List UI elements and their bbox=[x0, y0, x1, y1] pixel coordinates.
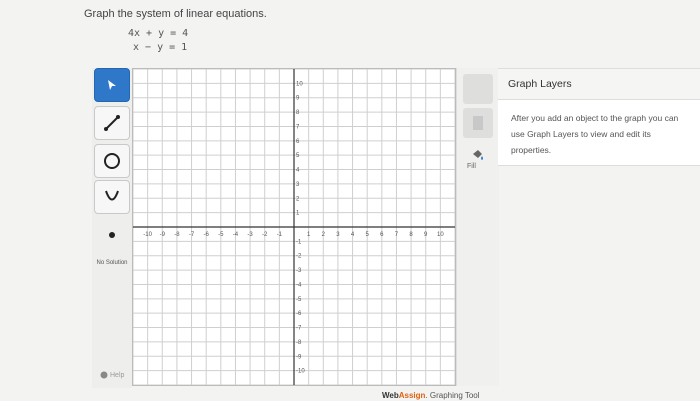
help-icon bbox=[100, 371, 108, 379]
y-tick-label: -4 bbox=[296, 282, 302, 288]
question-prompt: Graph the system of linear equations. bbox=[84, 8, 267, 20]
x-tick-label: -10 bbox=[143, 232, 152, 238]
line-icon bbox=[104, 115, 120, 131]
y-tick-label: 1 bbox=[296, 211, 300, 217]
y-tick-label: 4 bbox=[296, 168, 300, 174]
y-tick-label: -3 bbox=[296, 268, 302, 274]
x-tick-label: -2 bbox=[262, 232, 268, 238]
pointer-tool-button[interactable] bbox=[94, 68, 130, 102]
x-tick-label: -5 bbox=[218, 232, 224, 238]
x-tick-label: 10 bbox=[437, 232, 444, 238]
line-tool-button[interactable] bbox=[94, 106, 130, 140]
y-tick-label: -7 bbox=[296, 326, 302, 332]
y-tick-label: -1 bbox=[296, 239, 302, 245]
y-tick-label: -5 bbox=[296, 297, 302, 303]
drawing-toolbar: No Solution Help bbox=[92, 68, 132, 388]
y-tick-label: 9 bbox=[296, 96, 300, 102]
y-tick-label: 8 bbox=[296, 110, 300, 116]
y-tick-label: 7 bbox=[296, 124, 300, 130]
help-link[interactable]: Help bbox=[100, 371, 124, 379]
graph-layers-header[interactable]: Graph Layers bbox=[498, 68, 700, 100]
x-tick-label: 3 bbox=[336, 232, 340, 238]
graph-layers-title: Graph Layers bbox=[508, 78, 572, 90]
x-tick-label: -4 bbox=[233, 232, 239, 238]
no-solution-button[interactable]: No Solution bbox=[96, 259, 128, 267]
parabola-icon bbox=[105, 190, 119, 201]
graph-layers-description: After you add an object to the graph you… bbox=[498, 100, 700, 166]
pointer-icon bbox=[108, 80, 116, 90]
equation-2: x − y = 1 bbox=[133, 42, 188, 53]
x-tick-label: -8 bbox=[174, 232, 180, 238]
x-tick-label: -6 bbox=[204, 232, 210, 238]
y-tick-label: -8 bbox=[296, 340, 302, 346]
point-icon bbox=[109, 232, 115, 238]
x-tick-label: 1 bbox=[307, 232, 311, 238]
x-tick-label: 2 bbox=[322, 232, 326, 238]
circle-icon bbox=[104, 153, 120, 169]
x-tick-label: 9 bbox=[424, 232, 428, 238]
equation-1: 4x + y = 4 bbox=[128, 28, 189, 39]
y-tick-label: 5 bbox=[296, 153, 300, 159]
y-tick-label: 10 bbox=[296, 81, 303, 87]
y-tick-label: 2 bbox=[296, 196, 300, 202]
x-tick-label: 6 bbox=[380, 232, 384, 238]
graph-canvas[interactable]: -10 -9 -8 -7 -6 -5 -4 -3 -2 -1 1 2 3 4 5 6 7 8 9 10 10 9 8 7 6 5 4… bbox=[132, 68, 456, 386]
webassign-brand: WebAssign. Graphing Tool bbox=[382, 391, 480, 400]
y-tick-label: -9 bbox=[296, 354, 302, 360]
circle-tool-button[interactable] bbox=[94, 144, 130, 178]
fill-icon[interactable] bbox=[471, 148, 485, 162]
x-tick-label: 4 bbox=[351, 232, 355, 238]
x-tick-label: 5 bbox=[366, 232, 370, 238]
y-tick-label: -2 bbox=[296, 254, 302, 260]
x-tick-label: 7 bbox=[395, 232, 399, 238]
y-tick-label: -10 bbox=[296, 369, 305, 375]
fill-label: Fill bbox=[467, 163, 476, 170]
x-tick-label: 8 bbox=[409, 232, 413, 238]
x-tick-label: -3 bbox=[247, 232, 253, 238]
point-tool-button[interactable] bbox=[94, 218, 130, 252]
x-tick-label: -1 bbox=[277, 232, 283, 238]
side-tools: Fill bbox=[456, 68, 499, 386]
trash-icon bbox=[473, 116, 483, 130]
y-tick-label: -6 bbox=[296, 311, 302, 317]
help-label: Help bbox=[110, 371, 125, 379]
trash-button[interactable] bbox=[463, 108, 493, 138]
parabola-tool-button[interactable] bbox=[94, 180, 130, 214]
delete-button[interactable] bbox=[463, 74, 493, 104]
x-tick-label: -9 bbox=[160, 232, 166, 238]
y-tick-label: 3 bbox=[296, 182, 300, 188]
y-tick-label: 6 bbox=[296, 139, 300, 145]
x-tick-label: -7 bbox=[189, 232, 195, 238]
